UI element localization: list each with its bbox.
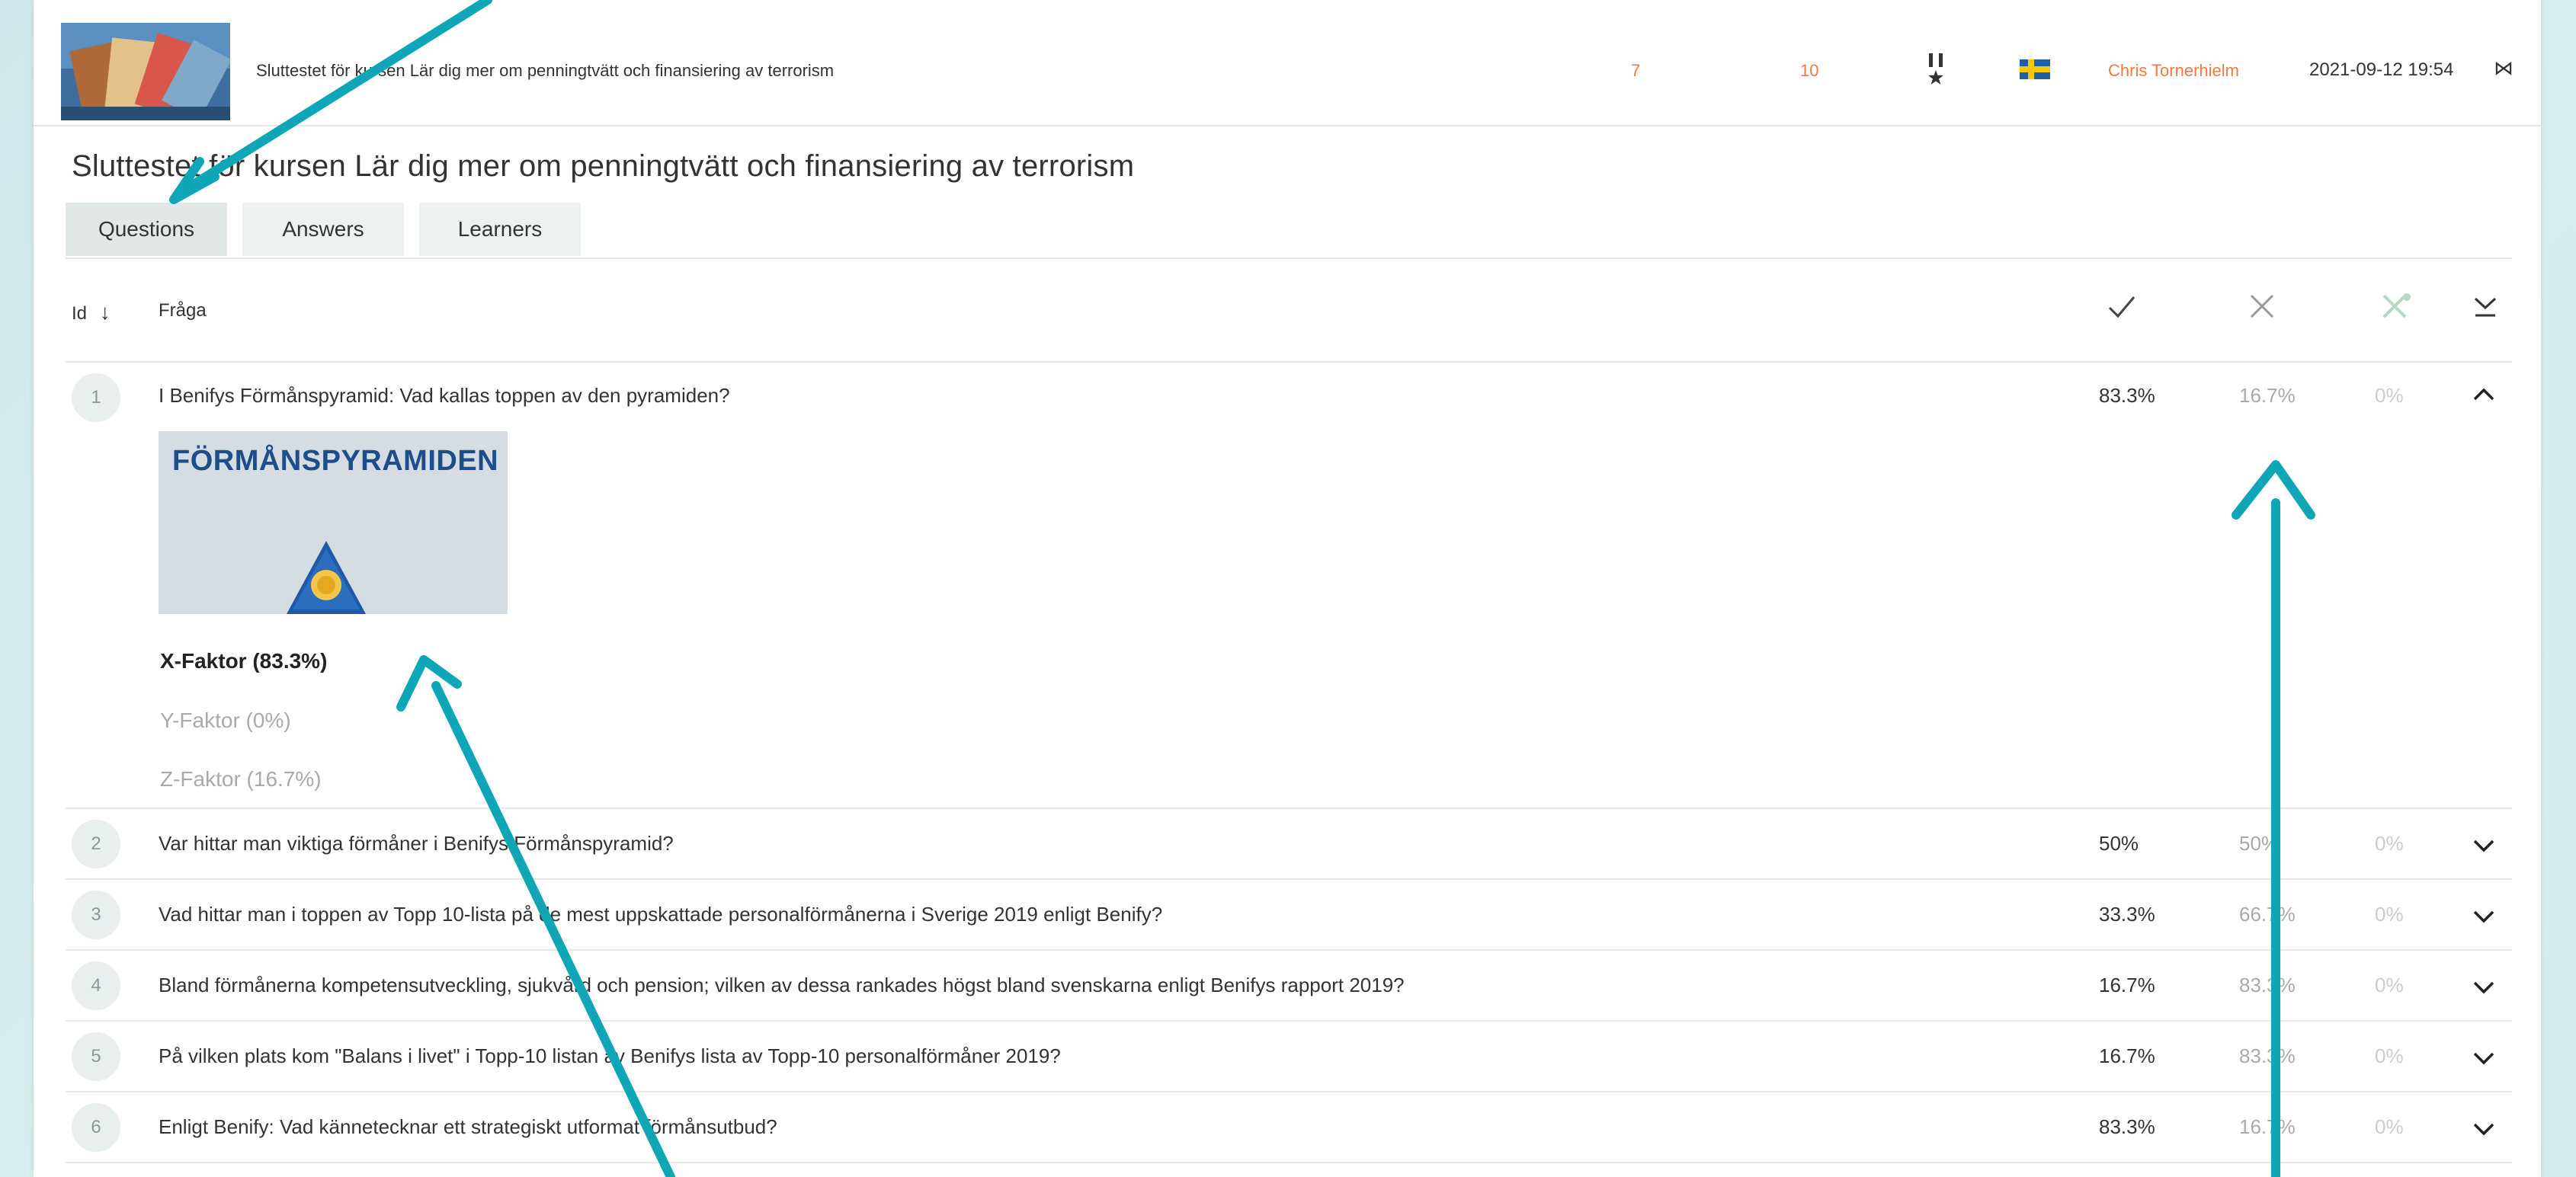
sweden-flag-icon xyxy=(2020,59,2050,79)
answer-option: Z-Faktor (16.7%) xyxy=(160,767,322,791)
sort-down-icon[interactable]: ↓ xyxy=(100,300,111,324)
correct-percent: 16.7% xyxy=(2099,974,2155,996)
wrong-percent: 16.7% xyxy=(2239,384,2296,407)
question-id-badge: 5 xyxy=(72,1032,120,1081)
question-image: FÖRMÅNSPYRAMIDEN xyxy=(159,431,508,614)
quiz-header-row[interactable]: Sluttestet för kursen Lär dig mer om pen… xyxy=(34,0,2541,126)
chevron-down-icon[interactable] xyxy=(2471,836,2497,859)
expand-all-icon[interactable] xyxy=(2472,289,2498,327)
header-divider xyxy=(66,361,2512,363)
chevron-down-icon[interactable] xyxy=(2471,1120,2497,1142)
cross-icon xyxy=(2245,289,2279,327)
question-text[interactable]: Enligt Benify: Vad kännetecknar ett stra… xyxy=(159,1115,777,1139)
row-divider xyxy=(66,1091,2512,1092)
question-id-badge: 4 xyxy=(72,961,120,1010)
tab-answers[interactable]: Answers xyxy=(242,203,404,256)
skipped-percent: 0% xyxy=(2375,1044,2404,1067)
question-id-badge: 6 xyxy=(72,1103,120,1152)
check-icon xyxy=(2105,289,2139,327)
quiz-panel: Sluttestet för kursen Lär dig mer om pen… xyxy=(34,0,2541,1177)
wrong-percent: 83.3% xyxy=(2239,974,2296,996)
skipped-percent: 0% xyxy=(2375,974,2404,996)
chevron-down-icon[interactable] xyxy=(2471,907,2497,929)
page-title: Sluttestet för kursen Lär dig mer om pen… xyxy=(72,149,1135,183)
column-id-header[interactable]: Id ↓ xyxy=(72,300,111,325)
chevron-down-icon[interactable] xyxy=(2471,1049,2497,1071)
collapse-icon[interactable]: ⋈ xyxy=(2494,56,2514,80)
correct-percent: 50% xyxy=(2099,832,2139,855)
answer-option-correct: X-Faktor (83.3%) xyxy=(160,649,328,673)
wrong-percent: 50% xyxy=(2239,832,2280,855)
chevron-down-icon[interactable] xyxy=(2471,978,2497,1000)
skipped-percent: 0% xyxy=(2375,903,2404,926)
answer-option: Y-Faktor (0%) xyxy=(160,708,291,732)
skipped-percent: 0% xyxy=(2375,1115,2404,1138)
question-id-badge: 1 xyxy=(72,373,120,422)
header-count-a: 7 xyxy=(1631,61,1641,80)
correct-percent: 83.3% xyxy=(2099,384,2155,407)
header-date: 2021-09-12 19:54 xyxy=(2309,59,2454,80)
question-text[interactable]: Vad hittar man i toppen av Topp 10-lista… xyxy=(159,903,1162,926)
question-id-badge: 3 xyxy=(72,891,120,939)
correct-percent: 16.7% xyxy=(2099,1044,2155,1067)
question-id-badge: 2 xyxy=(72,820,120,868)
question-text[interactable]: På vilken plats kom "Balans i livet" i T… xyxy=(159,1044,1061,1068)
row-divider xyxy=(66,1162,2512,1163)
row-divider xyxy=(66,878,2512,880)
pyramid-icon xyxy=(287,541,366,614)
skipped-percent: 0% xyxy=(2375,384,2404,407)
correct-percent: 33.3% xyxy=(2099,903,2155,926)
question-text[interactable]: Bland förmånerna kompetensutveckling, sj… xyxy=(159,974,1405,997)
skip-icon xyxy=(2378,289,2414,327)
chevron-up-icon[interactable] xyxy=(2471,385,2497,408)
row-divider xyxy=(66,1020,2512,1022)
column-question-header: Fråga xyxy=(159,300,207,321)
header-course-title[interactable]: Sluttestet för kursen Lär dig mer om pen… xyxy=(256,61,834,81)
wrong-percent: 66.7% xyxy=(2239,903,2296,926)
question-image-title: FÖRMÅNSPYRAMIDEN xyxy=(172,445,499,477)
wrong-percent: 83.3% xyxy=(2239,1044,2296,1067)
header-count-b: 10 xyxy=(1800,61,1819,80)
question-text[interactable]: I Benifys Förmånspyramid: Vad kallas top… xyxy=(159,384,730,408)
skipped-percent: 0% xyxy=(2375,832,2404,855)
medal-icon xyxy=(1927,53,1945,89)
quiz-thumbnail xyxy=(61,23,230,120)
header-author[interactable]: Chris Tornerhielm xyxy=(2108,61,2239,81)
row-divider xyxy=(66,949,2512,951)
correct-percent: 83.3% xyxy=(2099,1115,2155,1138)
row-divider xyxy=(66,808,2512,809)
column-id-label: Id xyxy=(72,303,88,324)
wrong-percent: 16.7% xyxy=(2239,1115,2296,1138)
tab-learners[interactable]: Learners xyxy=(419,203,581,256)
question-text[interactable]: Var hittar man viktiga förmåner i Benify… xyxy=(159,832,674,856)
tab-questions[interactable]: Questions xyxy=(66,203,227,256)
tab-divider xyxy=(66,257,2512,259)
